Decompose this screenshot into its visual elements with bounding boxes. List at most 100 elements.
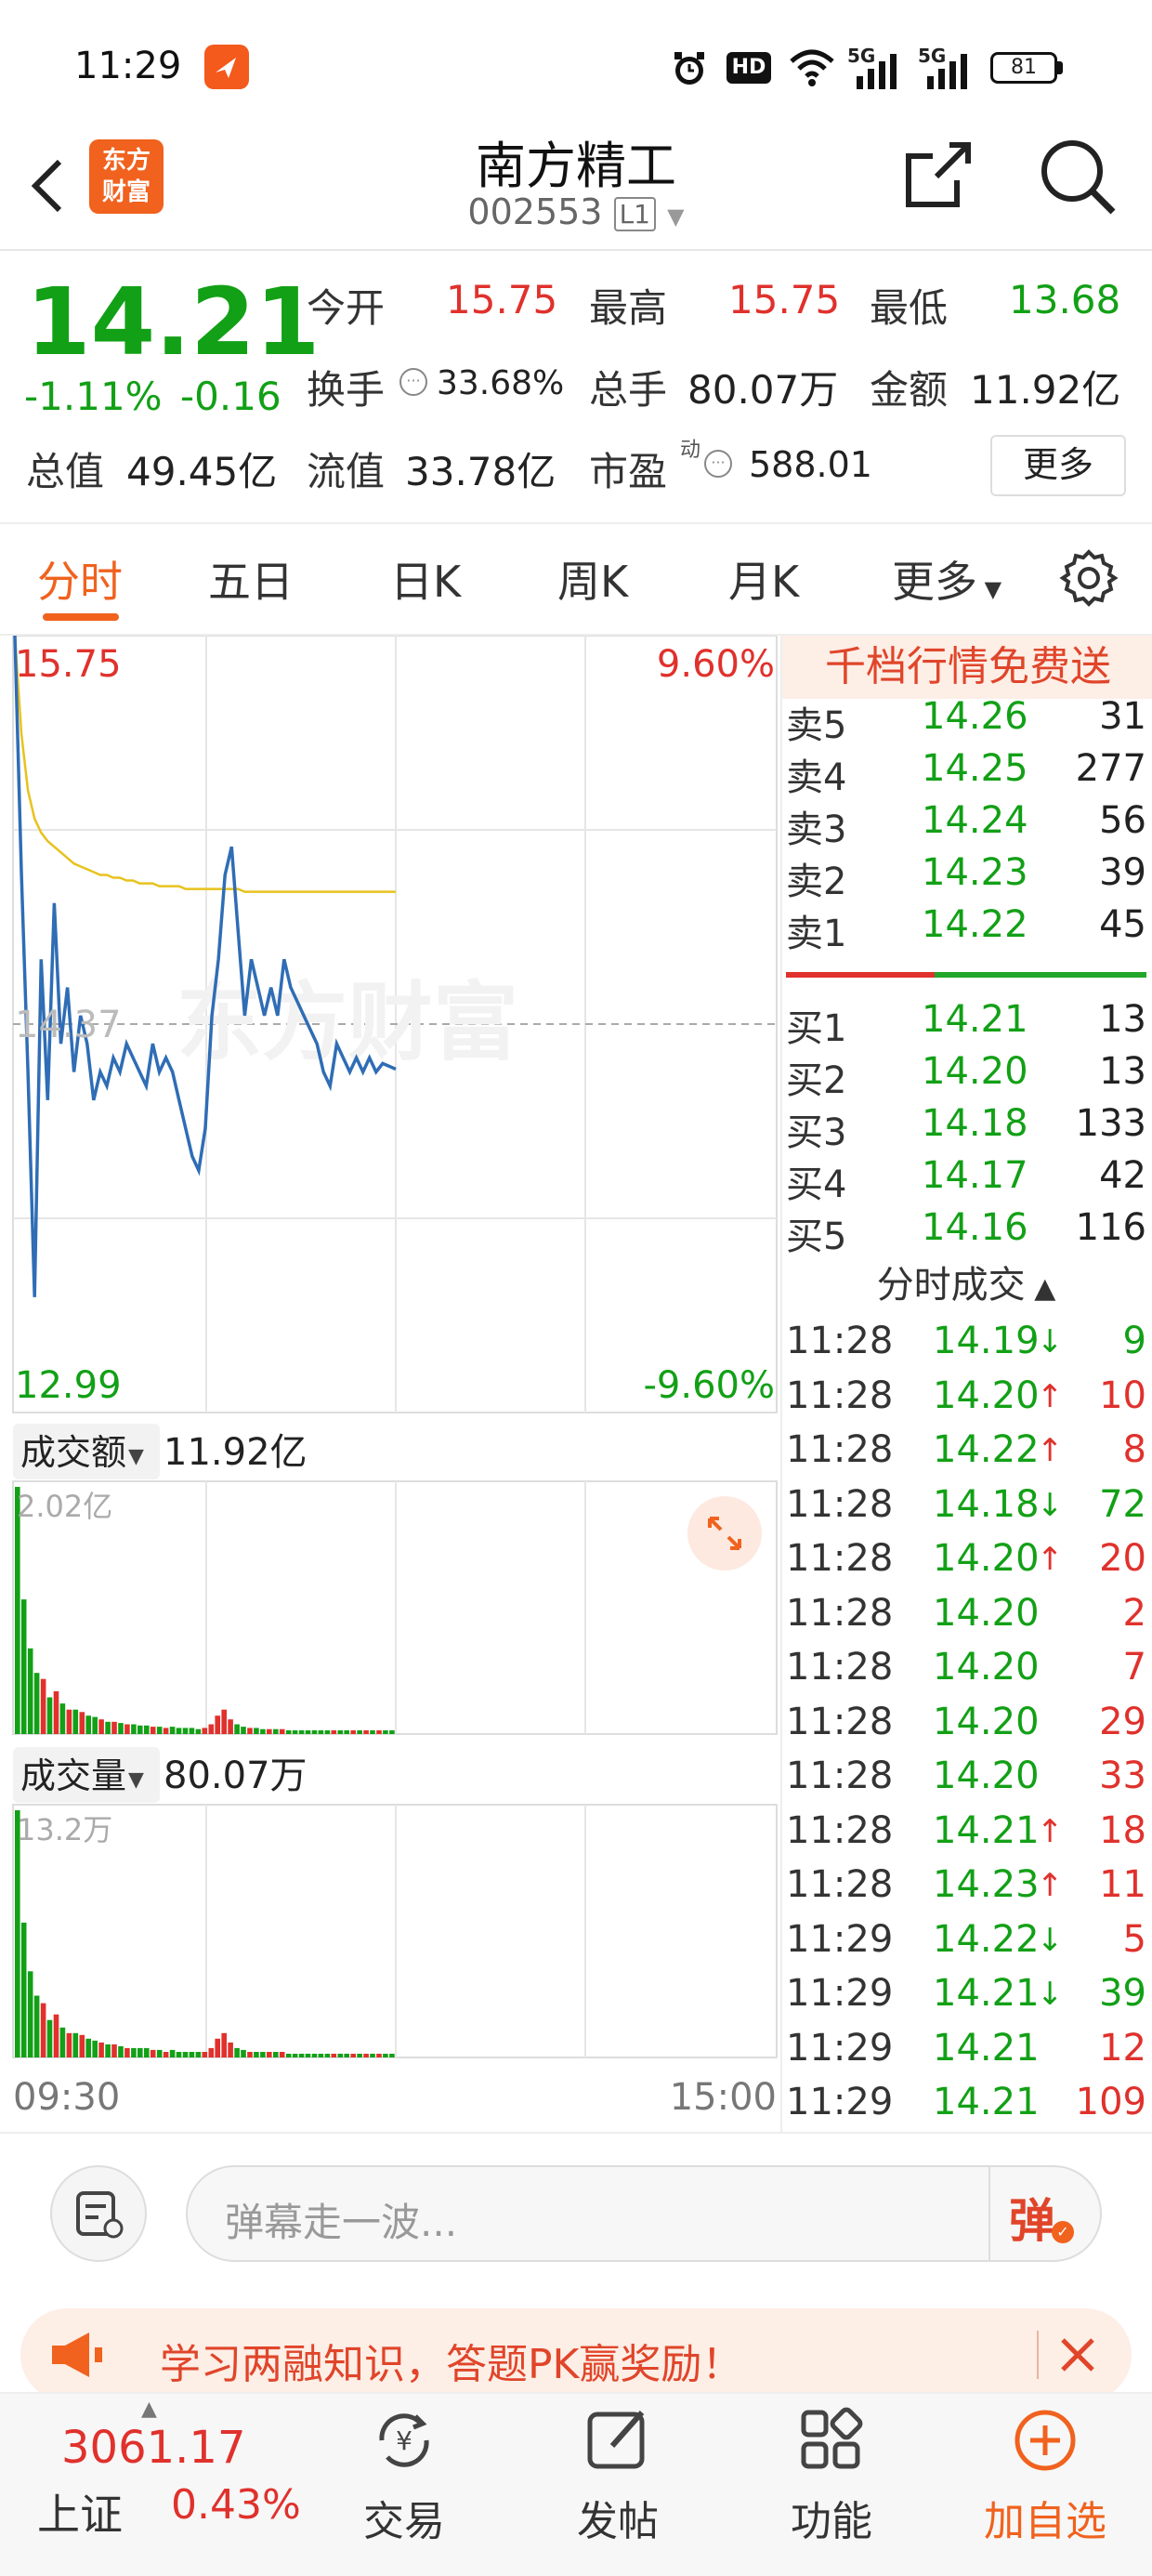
tick-time: 11:29 — [786, 1917, 894, 1961]
tick-time: 11:28 — [786, 1482, 894, 1526]
close-icon[interactable] — [1055, 2333, 1100, 2377]
nav-function[interactable]: 功能 — [771, 2403, 892, 2547]
ask-label: 卖3 — [786, 808, 847, 851]
intraday-chart[interactable]: 东方财富 15.75 9.60% 14.37 12.99 -9.60% 成交额 … — [0, 636, 780, 2123]
volume-bar — [247, 2052, 253, 2057]
stock-code-row[interactable]: 002553 L1 ▼ — [0, 191, 1152, 232]
tick-row: 11:28 14.23 ↑ 11 — [786, 1863, 1146, 1917]
info-icon[interactable]: ··· — [399, 368, 427, 396]
volume-selector[interactable]: 成交量 — [20, 1755, 126, 1796]
danmu-button[interactable]: 弹 — [1009, 2184, 1055, 2251]
tick-price: 14.21 — [933, 2026, 1040, 2070]
stock-code: 002553 — [467, 191, 603, 232]
tick-time: 11:28 — [786, 1591, 894, 1635]
arrow-up-icon: ↑ — [1037, 1541, 1064, 1578]
volume-bar — [20, 1922, 27, 2057]
add-circle-icon — [1015, 2410, 1076, 2471]
tick-volume: 8 — [1122, 1428, 1146, 1471]
arrow-up-icon: ↑ — [1037, 1377, 1064, 1415]
amount-bar — [156, 1727, 163, 1734]
tick-volume: 11 — [1099, 1863, 1146, 1906]
ticks-header[interactable]: 分时成交 ▲ — [786, 1255, 1146, 1308]
promo-text: 学习两融知识，答题PK赢奖励！ — [160, 2341, 743, 2388]
bid-row[interactable]: 买3 14.18 133 — [786, 1102, 1146, 1154]
ask-volume: 45 — [1099, 903, 1146, 946]
bid-volume: 116 — [1075, 1206, 1146, 1249]
search-button[interactable] — [1037, 136, 1120, 219]
bid-row[interactable]: 买5 14.16 116 — [786, 1206, 1146, 1258]
amount-bar — [344, 1730, 349, 1734]
amount-bar — [85, 1715, 91, 1734]
nav-add-watchlist[interactable]: 加自选 — [966, 2403, 1124, 2547]
tick-volume: 9 — [1122, 1320, 1146, 1362]
tab-weekly-k[interactable]: 周K — [557, 548, 628, 610]
amount-bar — [66, 1709, 72, 1734]
volume-bar — [318, 2054, 324, 2057]
amount-bar — [46, 1697, 53, 1734]
ask-label: 卖1 — [786, 913, 847, 955]
tick-time: 11:28 — [786, 1808, 894, 1852]
quote-panel: 14.21 -1.11% -0.16 今开 15.75 最高 15.75 最低 … — [0, 251, 1152, 522]
nav-add-label: 加自选 — [984, 2498, 1106, 2545]
settings-button[interactable] — [1059, 548, 1119, 611]
tick-volume: 10 — [1099, 1373, 1146, 1417]
high-value: 15.75 — [728, 277, 841, 322]
tab-daily-k[interactable]: 日K — [390, 548, 461, 610]
bid-row[interactable]: 买1 14.21 13 — [786, 998, 1146, 1050]
tab-5day[interactable]: 五日 — [208, 548, 294, 610]
more-dropdown-icon: ▼ — [977, 576, 1002, 602]
arrow-up-icon: ↑ — [1037, 1432, 1064, 1469]
ask-row[interactable]: 卖3 14.24 56 — [786, 799, 1146, 851]
time-end-label: 15:00 — [670, 2076, 777, 2119]
bid-row[interactable]: 买2 14.20 13 — [786, 1050, 1146, 1102]
tick-row: 11:28 14.20 29 — [786, 1701, 1146, 1755]
tick-volume: 72 — [1099, 1482, 1146, 1526]
ask-row[interactable]: 卖5 14.26 31 — [786, 695, 1146, 747]
amount-bar — [208, 1724, 215, 1734]
volume-bar — [111, 2044, 117, 2057]
more-button[interactable]: 更多 — [990, 435, 1126, 496]
tick-time: 11:29 — [786, 1972, 894, 2015]
nav-trade[interactable]: ¥ 交易 — [344, 2403, 465, 2547]
share-button[interactable] — [903, 139, 974, 210]
amount-bar — [131, 1724, 137, 1734]
pe-info-icon[interactable]: ··· — [704, 450, 732, 478]
promo-banner[interactable]: 学习两融知识，答题PK赢奖励！ — [20, 2308, 1132, 2401]
wifi-icon — [788, 46, 836, 91]
comment-input[interactable]: 弹幕走一波... 弹 ✓ — [186, 2165, 1102, 2262]
trade-icon: ¥ — [379, 2413, 429, 2467]
current-price: 14.21 — [26, 268, 321, 376]
app-notification-icon — [204, 45, 249, 89]
expand-button[interactable] — [687, 1496, 762, 1571]
tab-more[interactable]: 更多 ▼ — [892, 548, 1001, 610]
nav-post[interactable]: 发帖 — [557, 2403, 678, 2547]
amount-selector[interactable]: 成交额 — [20, 1432, 126, 1473]
amount-bar — [53, 1690, 59, 1734]
ask-row[interactable]: 卖4 14.25 277 — [786, 747, 1146, 799]
comment-list-button[interactable] — [50, 2165, 147, 2262]
volume-bar — [195, 2052, 202, 2057]
level2-promo-banner[interactable]: 千档行情免费送 — [782, 636, 1152, 699]
tick-price: 14.20 — [933, 1755, 1040, 1797]
volume-header[interactable]: 成交量 ▼ 80.07万 — [13, 1747, 308, 1803]
amount-bar — [267, 1728, 272, 1734]
amount-bar — [311, 1730, 318, 1734]
volume-bar — [124, 2047, 130, 2057]
signal-icon-2: 5G — [918, 45, 974, 89]
tab-intraday[interactable]: 分时 — [37, 548, 123, 610]
ask-row[interactable]: 卖2 14.23 39 — [786, 851, 1146, 903]
index-ticker[interactable]: ▲ 3061.17 上证 0.43% — [0, 2392, 307, 2576]
bid-label: 买5 — [786, 1216, 847, 1258]
amount-bar — [189, 1728, 195, 1734]
tick-price: 14.20 — [933, 1591, 1040, 1635]
amount-header[interactable]: 成交额 ▼ 11.92亿 — [13, 1424, 308, 1479]
ask-row[interactable]: 卖1 14.22 45 — [786, 903, 1146, 955]
bid-row[interactable]: 买4 14.17 42 — [786, 1154, 1146, 1206]
danmu-check-icon: ✓ — [1052, 2221, 1074, 2243]
float-value: 33.78亿 — [405, 449, 556, 494]
svg-text:¥: ¥ — [396, 2425, 412, 2456]
volume-bar — [105, 2044, 111, 2057]
index-pct: 0.43% — [171, 2481, 301, 2529]
volume-bar — [156, 2049, 163, 2057]
tab-monthly-k[interactable]: 月K — [728, 548, 799, 610]
